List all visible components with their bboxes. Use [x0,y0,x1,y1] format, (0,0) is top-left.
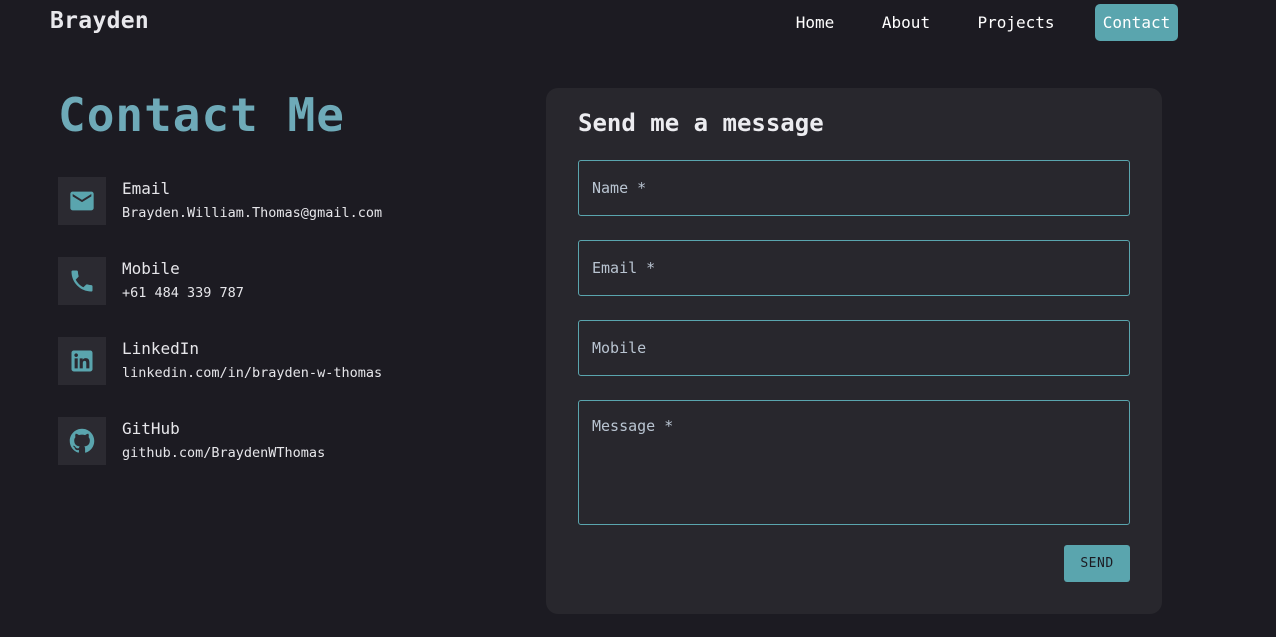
nav-about[interactable]: About [874,4,938,41]
linkedin-icon [58,337,106,385]
brand-logo[interactable]: Brayden [50,8,149,34]
contact-mobile: Mobile +61 484 339 787 [58,257,478,307]
contact-label: Email [122,179,171,198]
send-button[interactable]: SEND [1064,545,1130,582]
name-input[interactable] [578,160,1130,216]
mobile-number[interactable]: +61 484 339 787 [122,285,244,301]
contact-linkedin: LinkedIn linkedin.com/in/brayden-w-thoma… [58,337,478,387]
message-textarea[interactable] [578,400,1130,525]
github-link[interactable]: github.com/BraydenWThomas [122,445,325,461]
contact-label: GitHub [122,419,180,438]
mobile-input[interactable] [578,320,1130,376]
contact-github: GitHub github.com/BraydenWThomas [58,417,478,467]
top-navbar: Brayden Home About Projects Contact [0,0,1276,46]
nav-projects[interactable]: Projects [969,4,1063,41]
email-icon [58,177,106,225]
message-form-card: Send me a message SEND [546,88,1162,614]
github-icon [58,417,106,465]
nav-home[interactable]: Home [787,4,843,41]
page-title: Contact Me [58,88,345,142]
nav-contact[interactable]: Contact [1095,4,1178,41]
linkedin-link[interactable]: linkedin.com/in/brayden-w-thomas [122,365,382,381]
contact-email: Email Brayden.William.Thomas@gmail.com [58,177,478,227]
contact-label: LinkedIn [122,339,200,358]
email-input[interactable] [578,240,1130,296]
contact-label: Mobile [122,259,180,278]
form-title: Send me a message [578,109,824,137]
email-address[interactable]: Brayden.William.Thomas@gmail.com [122,205,382,221]
phone-icon [58,257,106,305]
